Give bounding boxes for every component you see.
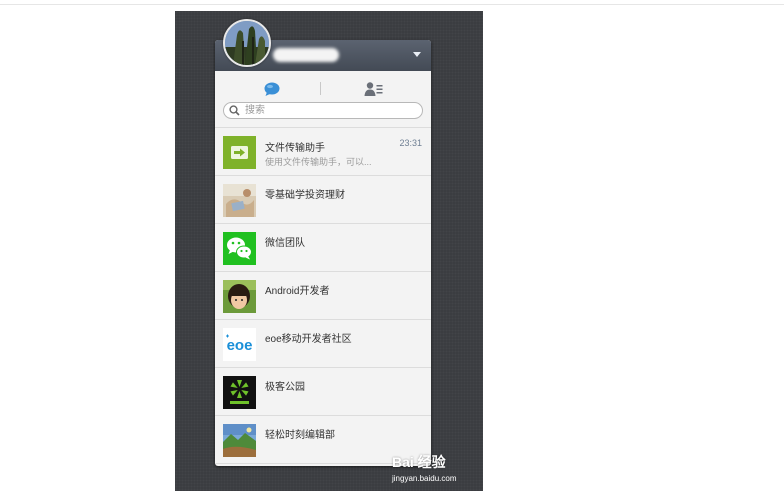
conversation-time: 23:31 — [399, 138, 422, 148]
search-icon — [229, 105, 240, 116]
tab-divider — [320, 82, 321, 95]
eoe-logo: eoe — [223, 328, 256, 361]
chat-bubble-icon[interactable] — [263, 82, 281, 97]
watermark-brand: Bai 经验 — [392, 454, 446, 470]
conversation-item[interactable]: 零基础学投资理财 — [215, 176, 431, 224]
conversation-list: 文件传输助手 使用文件传输助手，可以... 23:31 零基础学投资理财 微信团… — [215, 127, 431, 464]
conversation-name: 极客公园 — [265, 382, 305, 393]
photo-avatar — [223, 280, 256, 313]
tab-bar — [215, 71, 431, 101]
watermark-url: jingyan.baidu.com — [392, 474, 457, 483]
conversation-name: eoe移动开发者社区 — [265, 334, 352, 345]
wechat-panel: 文件传输助手 使用文件传输助手，可以... 23:31 零基础学投资理财 — [215, 40, 431, 466]
dropdown-caret-icon[interactable] — [413, 52, 421, 57]
top-divider — [0, 4, 784, 5]
blurred-username — [273, 48, 339, 62]
photo-avatar — [223, 184, 256, 217]
profile-avatar[interactable] — [223, 19, 271, 67]
conversation-name: 轻松时刻编辑部 — [265, 430, 335, 441]
conversation-name: 微信团队 — [265, 238, 305, 249]
conversation-name: 文件传输助手 — [265, 143, 325, 154]
file-transfer-icon — [223, 136, 256, 169]
contacts-icon[interactable] — [364, 81, 384, 97]
search-input[interactable] — [245, 104, 415, 117]
conversation-item[interactable]: 极客公园 — [215, 368, 431, 416]
conversation-name: 零基础学投资理财 — [265, 190, 345, 201]
conversation-item[interactable]: eoe eoe移动开发者社区 — [215, 320, 431, 368]
wechat-logo-icon — [223, 232, 256, 265]
conversation-item[interactable]: Android开发者 — [215, 272, 431, 320]
geekpark-logo — [223, 376, 256, 409]
search-box[interactable] — [223, 102, 423, 119]
conversation-preview: 使用文件传输助手，可以... — [265, 157, 372, 167]
photo-avatar — [223, 424, 256, 457]
conversation-item[interactable]: 文件传输助手 使用文件传输助手，可以... 23:31 — [215, 128, 431, 176]
svg-text:eoe: eoe — [227, 337, 253, 354]
conversation-name: Android开发者 — [265, 286, 330, 297]
conversation-item[interactable]: 微信团队 — [215, 224, 431, 272]
